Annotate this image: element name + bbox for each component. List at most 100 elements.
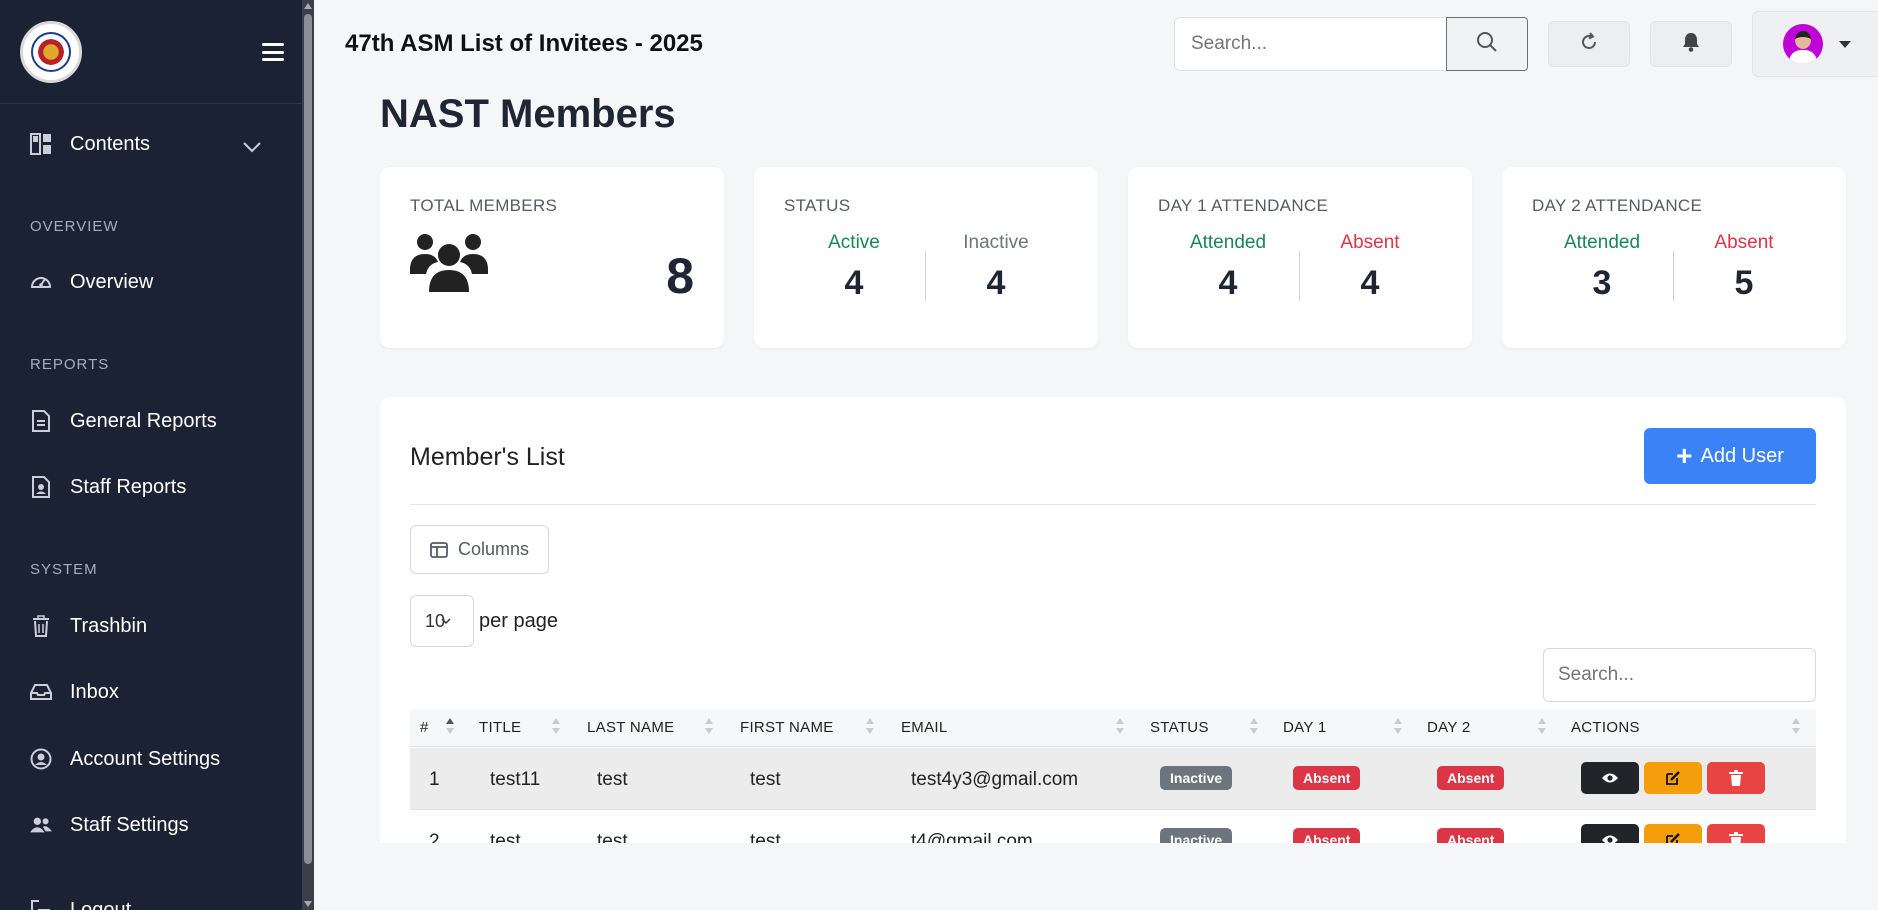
column-header-email[interactable]: EMAIL bbox=[901, 719, 948, 736]
organization-logo[interactable] bbox=[20, 21, 82, 83]
members-list-card: Member's List + Add User Columns 10 per … bbox=[380, 397, 1846, 910]
stat-label: Absent bbox=[1714, 232, 1774, 253]
inactive-stat: Inactive 4 bbox=[926, 232, 1066, 303]
sidebar: Contents OVERVIEW Overview REPORTS Gener… bbox=[0, 0, 314, 910]
column-header-title[interactable]: TITLE bbox=[479, 719, 521, 736]
sidebar-item-label: Overview bbox=[70, 270, 154, 293]
column-header-actions[interactable]: ACTIONS bbox=[1571, 719, 1640, 736]
sort-icon[interactable] bbox=[1393, 718, 1403, 738]
sidebar-item-logout[interactable]: Logout bbox=[0, 885, 300, 910]
columns-label: Columns bbox=[457, 539, 530, 559]
sidebar-item-account-settings[interactable]: Account Settings bbox=[0, 734, 300, 784]
app-title: 47th ASM List of Invitees - 2025 bbox=[345, 30, 703, 57]
sidebar-item-inbox[interactable]: Inbox bbox=[0, 667, 300, 717]
stat-value: 3 bbox=[1592, 264, 1612, 302]
add-user-button[interactable]: + Add User bbox=[1644, 428, 1816, 484]
stat-label: Inactive bbox=[963, 232, 1029, 253]
avatar bbox=[1783, 24, 1823, 64]
stat-label: Attended bbox=[1189, 232, 1267, 253]
section-label-overview: OVERVIEW bbox=[30, 218, 119, 235]
user-circle-icon bbox=[30, 748, 52, 770]
trash-icon bbox=[30, 615, 52, 637]
sidebar-item-trashbin[interactable]: Trashbin bbox=[0, 601, 300, 651]
file-person-icon bbox=[30, 476, 52, 498]
sort-icon[interactable] bbox=[704, 718, 714, 738]
cell-first-name: test bbox=[750, 769, 781, 790]
search-button[interactable] bbox=[1446, 17, 1528, 71]
sidebar-item-label: Trashbin bbox=[70, 614, 148, 637]
refresh-button[interactable] bbox=[1548, 21, 1630, 67]
sort-icon[interactable] bbox=[445, 718, 455, 738]
sidebar-item-label: Logout bbox=[70, 898, 132, 910]
table-row: 1 test11 test test test4y3@gmail.com Ina… bbox=[410, 748, 1816, 810]
view-button[interactable] bbox=[1581, 762, 1639, 794]
sidebar-item-staff-settings[interactable]: Staff Settings bbox=[0, 800, 300, 850]
sort-icon[interactable] bbox=[865, 718, 875, 738]
table-search-input[interactable] bbox=[1543, 648, 1816, 702]
sort-icon[interactable] bbox=[1791, 718, 1801, 738]
sort-icon[interactable] bbox=[551, 718, 561, 738]
column-header-status[interactable]: STATUS bbox=[1150, 719, 1209, 736]
columns-icon bbox=[430, 541, 448, 558]
speedometer-icon bbox=[30, 271, 52, 293]
per-page-label: per page bbox=[479, 610, 558, 632]
card-label: TOTAL MEMBERS bbox=[410, 196, 558, 215]
stat-label: Active bbox=[828, 232, 880, 253]
menu-toggle-icon[interactable] bbox=[262, 43, 284, 61]
file-text-icon bbox=[30, 410, 52, 432]
column-header-first-name[interactable]: FIRST NAME bbox=[740, 719, 834, 736]
column-header-day1[interactable]: DAY 1 bbox=[1283, 719, 1326, 736]
day1-badge: Absent bbox=[1293, 766, 1361, 790]
chevron-down-icon bbox=[242, 136, 262, 159]
sort-icon[interactable] bbox=[1537, 718, 1547, 738]
search-input[interactable] bbox=[1174, 17, 1446, 71]
card-label: DAY 1 ATTENDANCE bbox=[1158, 196, 1329, 215]
page-title: NAST Members bbox=[380, 92, 676, 136]
column-header-num[interactable]: # bbox=[420, 719, 429, 736]
section-label-reports: REPORTS bbox=[30, 356, 110, 373]
sidebar-scrollbar[interactable] bbox=[302, 0, 314, 910]
sidebar-item-overview[interactable]: Overview bbox=[0, 257, 300, 307]
edit-button[interactable] bbox=[1644, 762, 1702, 794]
absent-stat: Absent 5 bbox=[1674, 232, 1814, 303]
cell-last-name: test bbox=[597, 769, 628, 790]
topbar: 47th ASM List of Invitees - 2025 bbox=[326, 0, 1878, 87]
stat-value: 4 bbox=[1360, 264, 1380, 302]
plus-icon: + bbox=[1676, 440, 1693, 471]
column-header-day2[interactable]: DAY 2 bbox=[1427, 719, 1470, 736]
sort-icon[interactable] bbox=[1249, 718, 1259, 738]
table-header: # TITLE LAST NAME FIRST NAME EMAIL STATU… bbox=[410, 709, 1816, 747]
eye-icon bbox=[1602, 773, 1618, 783]
users-icon bbox=[30, 814, 52, 836]
cell-email: test4y3@gmail.com bbox=[911, 769, 1079, 790]
trash-icon bbox=[1729, 770, 1743, 786]
stat-label: Attended bbox=[1563, 232, 1641, 253]
stat-value: 4 bbox=[986, 264, 1006, 302]
status-badge: Inactive bbox=[1160, 766, 1233, 790]
sidebar-item-staff-reports[interactable]: Staff Reports bbox=[0, 462, 300, 512]
sidebar-item-label: Inbox bbox=[70, 680, 119, 703]
card-label: DAY 2 ATTENDANCE bbox=[1532, 196, 1703, 215]
search-icon bbox=[1476, 31, 1498, 58]
sort-icon[interactable] bbox=[1115, 718, 1125, 738]
notifications-button[interactable] bbox=[1650, 21, 1732, 67]
inbox-icon bbox=[30, 681, 52, 703]
sidebar-item-contents[interactable]: Contents bbox=[0, 119, 300, 169]
delete-button[interactable] bbox=[1707, 762, 1765, 794]
sidebar-item-general-reports[interactable]: General Reports bbox=[0, 396, 300, 446]
attended-stat: Attended 4 bbox=[1158, 232, 1298, 303]
profile-menu[interactable] bbox=[1752, 11, 1878, 77]
stat-label: Absent bbox=[1340, 232, 1400, 253]
users-icon bbox=[410, 230, 488, 297]
sidebar-item-label: General Reports bbox=[70, 409, 217, 432]
absent-stat: Absent 4 bbox=[1300, 232, 1440, 303]
total-members-card: TOTAL MEMBERS 8 bbox=[380, 167, 724, 348]
stat-value: 4 bbox=[1218, 264, 1238, 302]
cell-title: test11 bbox=[490, 769, 541, 790]
columns-button[interactable]: Columns bbox=[410, 525, 549, 574]
dashboard-icon bbox=[30, 133, 52, 155]
logout-icon bbox=[30, 899, 52, 910]
column-header-last-name[interactable]: LAST NAME bbox=[587, 719, 674, 736]
sidebar-item-label: Staff Reports bbox=[70, 475, 187, 498]
per-page-select[interactable]: 10 bbox=[410, 595, 474, 647]
